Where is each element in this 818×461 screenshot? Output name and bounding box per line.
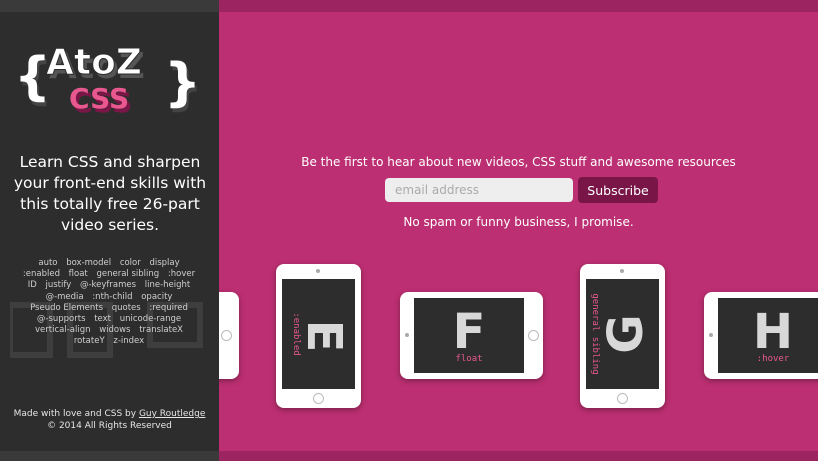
topic-tag[interactable]: z-index <box>113 336 144 346</box>
property-label: :enabled <box>291 312 301 356</box>
tablet-letter-g[interactable]: G general sibling <box>580 264 665 408</box>
topic-tag[interactable]: text <box>94 314 111 324</box>
topic-tag[interactable]: Pseudo Elements <box>30 303 103 313</box>
tablet-letter-f[interactable]: F float <box>400 292 543 379</box>
logo-right-brace: } <box>164 53 201 113</box>
logo-graphic: { { } } AtoZ AtoZ CSS CSS <box>14 42 203 120</box>
big-letter: E <box>296 319 352 353</box>
tablet-screen: F float <box>414 298 524 373</box>
home-button-icon <box>313 393 324 404</box>
footer-credit-text: Made with love and CSS by <box>13 409 139 419</box>
site-logo[interactable]: { { } } AtoZ AtoZ CSS CSS <box>14 30 204 140</box>
property-label: float <box>455 354 483 364</box>
topic-tag[interactable]: auto <box>38 258 57 268</box>
tablet-letter-h[interactable]: H :hover <box>704 292 818 379</box>
topic-tag[interactable]: float <box>69 269 88 279</box>
tablet-letter-e[interactable]: E :enabled <box>276 264 361 408</box>
property-label: general sibling <box>590 293 600 375</box>
big-letter: H <box>752 304 794 360</box>
topic-tag[interactable]: ID <box>28 280 37 290</box>
tablet-partial[interactable] <box>219 292 239 379</box>
property-label: :hover <box>756 354 790 364</box>
topic-tag[interactable]: opacity <box>141 292 172 302</box>
topic-tag[interactable]: :enabled <box>23 269 60 279</box>
topic-tag[interactable]: rotateY <box>74 336 105 346</box>
camera-icon <box>709 333 713 337</box>
big-letter: G <box>598 314 654 354</box>
topic-tag[interactable]: :hover <box>168 269 195 279</box>
sidebar-top-band <box>0 0 219 12</box>
topic-tag[interactable]: @-keyframes <box>80 280 136 290</box>
tablet-screen: E :enabled <box>282 279 355 389</box>
camera-icon <box>405 333 409 337</box>
sidebar: { { } } AtoZ AtoZ CSS CSS Learn CSS and … <box>0 0 219 461</box>
author-link[interactable]: Guy Routledge <box>139 409 205 419</box>
home-button-icon <box>528 330 539 341</box>
signup-headline: Be the first to hear about new videos, C… <box>301 155 736 169</box>
topic-tag[interactable]: display <box>149 258 179 268</box>
topic-tag[interactable]: @-supports <box>37 314 86 324</box>
logo-subtitle: CSS <box>69 82 129 115</box>
email-field[interactable] <box>385 178 573 202</box>
topic-tag[interactable]: color <box>120 258 141 268</box>
topic-tag[interactable]: quotes <box>112 303 141 313</box>
topic-tag[interactable]: unicode-range <box>120 314 181 324</box>
home-button-icon <box>617 393 628 404</box>
camera-icon <box>316 269 320 273</box>
footer-copyright: © 2014 All Rights Reserved <box>47 421 172 431</box>
topic-tag[interactable]: @-media <box>46 292 84 302</box>
tagline: Learn CSS and sharpen your front-end ski… <box>13 153 207 234</box>
tablet-screen: G general sibling <box>586 279 659 389</box>
topic-tag[interactable]: justify <box>46 280 72 290</box>
topic-tag[interactable]: :nth-child <box>92 292 132 302</box>
sidebar-footer: Made with love and CSS by Guy Routledge … <box>0 408 219 432</box>
main-panel: Be the first to hear about new videos, C… <box>219 0 818 461</box>
topic-tag[interactable]: translateX <box>139 325 183 335</box>
home-button-icon <box>221 330 232 341</box>
no-spam-note: No spam or funny business, I promise. <box>403 215 634 229</box>
subscribe-button[interactable]: Subscribe <box>578 177 658 203</box>
topic-tag[interactable]: line-height <box>145 280 191 290</box>
tablet-screen: H :hover <box>718 298 818 373</box>
main-bottom-band <box>219 451 818 461</box>
footer-credit: Made with love and CSS by Guy Routledge <box>0 408 219 420</box>
camera-icon <box>620 269 624 273</box>
topic-tag[interactable]: :required <box>149 303 187 313</box>
sidebar-bottom-band <box>0 451 219 461</box>
topic-tag[interactable]: general sibling <box>96 269 159 279</box>
topic-tag-cloud: auto box-model color display :enabled fl… <box>14 258 204 348</box>
topic-tag[interactable]: box-model <box>66 258 111 268</box>
big-letter: F <box>452 304 486 360</box>
logo-title: AtoZ <box>46 42 142 83</box>
main-top-band <box>219 0 818 12</box>
topic-tag[interactable]: vertical-align <box>35 325 90 335</box>
topic-tag[interactable]: widows <box>99 325 130 335</box>
